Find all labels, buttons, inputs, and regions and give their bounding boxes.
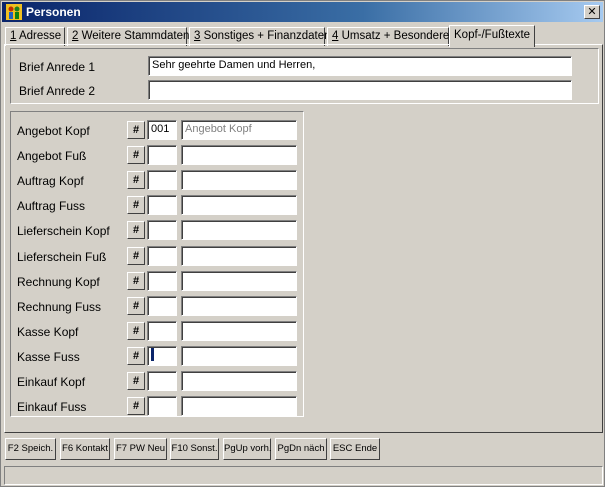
title-bar[interactable]: Personen ✕ [2,2,603,22]
text-lookup-button[interactable]: # [127,196,145,214]
tab-strip: 1 Adresse 2 Weitere Stammdaten 3 Sonstig… [5,25,605,47]
tab-label: Umsatz + Besonderes [338,30,456,42]
text-code-field[interactable] [147,371,177,391]
close-icon: ✕ [587,5,597,18]
tab-label: Adresse [16,30,62,42]
text-description-field[interactable] [181,321,297,341]
brief-anrede-1-field[interactable]: Sehr geehrte Damen und Herren, [148,56,572,76]
text-lookup-button[interactable]: # [127,322,145,340]
previous-page-button[interactable]: PgUp vorh. [223,438,272,460]
brief-anrede-group: Brief Anrede 1 Sehr geehrte Damen und He… [10,48,599,104]
next-page-button[interactable]: PgDn näch [275,438,327,460]
text-description-field[interactable] [181,195,297,215]
text-description-field[interactable] [181,346,297,366]
text-lookup-button[interactable]: # [127,397,145,415]
text-lookup-button[interactable]: # [127,347,145,365]
text-lookup-button[interactable]: # [127,121,145,139]
people-icon [6,4,22,20]
text-lookup-button[interactable]: # [127,146,145,164]
text-description-field[interactable] [181,271,297,291]
brief-anrede-2-label: Brief Anrede 2 [19,84,96,98]
text-row-label: Lieferschein Kopf [17,224,110,238]
escape-end-button[interactable]: ESC Ende [330,438,380,460]
window-title: Personen [26,5,81,19]
text-description-field[interactable] [181,220,297,240]
text-lookup-button[interactable]: # [127,247,145,265]
text-code-field[interactable] [147,346,177,366]
text-row-label: Kasse Kopf [17,325,79,339]
brief-anrede-1-label: Brief Anrede 1 [19,60,96,74]
tab-label: Kopf-/Fußtexte [454,29,531,41]
text-code-field[interactable] [147,220,177,240]
text-row-label: Einkauf Fuss [17,400,87,414]
text-row-label: Kasse Fuss [17,350,80,364]
text-description-field[interactable]: Angebot Kopf [181,120,297,140]
text-row-label: Angebot Fuß [17,149,87,163]
personen-window: Personen ✕ 1 Adresse 2 Weitere Stammdate… [0,0,605,487]
text-description-field[interactable] [181,246,297,266]
text-code-field[interactable] [147,396,177,416]
text-description-field[interactable] [181,145,297,165]
other-button[interactable]: F10 Sonst. [170,438,219,460]
text-description-field[interactable] [181,296,297,316]
tab-label: Weitere Stammdaten [78,30,190,42]
tab-kopf-fusstexte[interactable]: Kopf-/Fußtexte [449,25,535,47]
text-row-label: Angebot Kopf [17,124,90,138]
text-row-label: Rechnung Fuss [17,300,102,314]
text-code-field[interactable] [147,321,177,341]
text-cursor [151,347,154,361]
new-password-button[interactable]: F7 PW Neu [114,438,167,460]
text-lookup-button[interactable]: # [127,372,145,390]
text-lookup-button[interactable]: # [127,221,145,239]
tab-panel: Brief Anrede 1 Sehr geehrte Damen und He… [4,44,603,433]
text-lookup-button[interactable]: # [127,171,145,189]
text-code-field[interactable] [147,271,177,291]
text-description-field[interactable] [181,170,297,190]
text-row-label: Lieferschein Fuß [17,250,107,264]
kopf-fuss-texte-group: Angebot Kopf #001 Angebot Kopf Angebot Fuß #… [10,111,304,417]
text-code-field[interactable] [147,296,177,316]
text-row-label: Einkauf Kopf [17,375,86,389]
tab-label: Sonstiges + Finanzdaten [200,30,331,42]
text-code-field[interactable] [147,246,177,266]
text-code-field[interactable]: 001 [147,120,177,140]
brief-anrede-2-field[interactable] [148,80,572,100]
status-bar [4,466,603,485]
text-code-field[interactable] [147,170,177,190]
text-description-field[interactable] [181,396,297,416]
text-row-label: Rechnung Kopf [17,275,100,289]
text-description-field[interactable] [181,371,297,391]
close-button[interactable]: ✕ [584,5,600,19]
text-code-field[interactable] [147,195,177,215]
text-row-label: Auftrag Fuss [17,199,86,213]
text-lookup-button[interactable]: # [127,272,145,290]
contact-button[interactable]: F6 Kontakt [60,438,110,460]
text-lookup-button[interactable]: # [127,297,145,315]
save-button[interactable]: F2 Speich. [5,438,56,460]
text-code-field[interactable] [147,145,177,165]
text-row-label: Auftrag Kopf [17,174,84,188]
